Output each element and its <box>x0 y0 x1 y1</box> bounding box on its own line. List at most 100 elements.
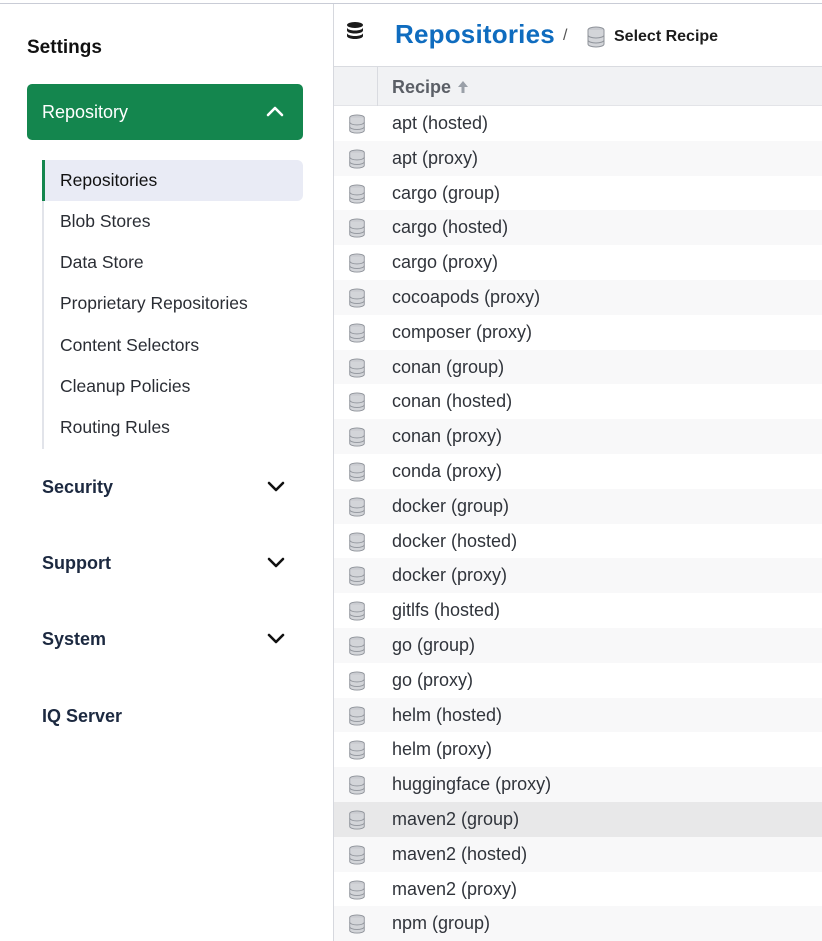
table-row[interactable]: docker (group) <box>334 488 822 524</box>
subnav-item-cleanup-policies[interactable]: Cleanup Policies <box>44 366 305 407</box>
subnav-item-data-store[interactable]: Data Store <box>44 242 305 283</box>
recipe-name: cargo (group) <box>392 182 501 203</box>
table-row[interactable]: gitlfs (hosted) <box>334 593 822 628</box>
subnav-item-label: Routing Rules <box>60 417 170 437</box>
table-row[interactable]: npm (group) <box>334 906 822 941</box>
subnav-item-blob-stores[interactable]: Blob Stores <box>44 201 305 242</box>
table-row[interactable]: huggingface (proxy) <box>334 767 822 802</box>
subnav-item-label: Repositories <box>60 170 158 190</box>
database-icon <box>587 26 605 48</box>
chevron-down-icon <box>267 633 285 644</box>
database-icon <box>349 114 365 134</box>
subnav-item-label: Content Selectors <box>60 335 200 355</box>
table-row[interactable]: cocoapods (proxy) <box>334 279 822 315</box>
table-row[interactable]: cargo (hosted) <box>334 210 822 246</box>
recipe-name: conan (group) <box>392 356 505 377</box>
database-icon <box>349 636 365 656</box>
recipe-name: apt (hosted) <box>392 113 489 133</box>
repository-section-toggle[interactable]: Repository <box>27 84 303 140</box>
table-row[interactable]: apt (hosted) <box>334 106 822 141</box>
recipe-name: maven2 (group) <box>392 808 520 829</box>
table-row[interactable]: conan (proxy) <box>334 419 822 454</box>
database-icon <box>349 149 365 169</box>
table-row[interactable]: maven2 (group) <box>334 801 822 837</box>
subnav-item-repositories[interactable]: Repositories <box>42 160 303 201</box>
table-row[interactable]: conda (proxy) <box>334 454 822 489</box>
database-icon <box>349 671 365 691</box>
table-row[interactable]: docker (proxy) <box>334 558 822 594</box>
table-row[interactable]: conan (group) <box>334 349 822 385</box>
recipe-name: gitlfs (hosted) <box>392 600 501 621</box>
recipe-name: maven2 (hosted) <box>392 843 528 864</box>
table-row[interactable]: helm (hosted) <box>334 697 822 733</box>
database-icon <box>349 218 365 238</box>
table-row[interactable]: go (group) <box>334 627 822 663</box>
recipe-name: conda (proxy) <box>392 460 503 481</box>
table-header: Recipe <box>334 66 822 106</box>
recipe-name: helm (proxy) <box>392 739 493 760</box>
database-icon <box>349 706 365 726</box>
recipe-name: npm (group) <box>392 913 491 934</box>
table-row[interactable]: conan (hosted) <box>334 384 822 419</box>
page-header: Repositories / Select Recipe <box>334 4 822 66</box>
recipe-name: go (group) <box>392 634 476 655</box>
table-row[interactable]: cargo (proxy) <box>334 245 822 280</box>
subnav-item-content-selectors[interactable]: Content Selectors <box>44 325 305 366</box>
table-row[interactable]: composer (proxy) <box>334 315 822 350</box>
arrow-up-icon[interactable] <box>457 80 469 94</box>
database-icon <box>349 810 365 830</box>
breadcrumb-repositories[interactable]: Repositories <box>395 19 555 50</box>
sidebar-section-support[interactable]: Support <box>42 548 292 578</box>
sidebar-section-system[interactable]: System <box>42 624 292 654</box>
subnav-item-label: Cleanup Policies <box>60 376 191 396</box>
database-icon <box>349 601 365 621</box>
column-header-recipe[interactable]: Recipe <box>392 77 451 98</box>
database-icon <box>349 392 365 412</box>
subnav-item-label: Proprietary Repositories <box>60 293 248 313</box>
database-icon <box>349 427 365 447</box>
table-header-icon-column <box>334 67 378 106</box>
sidebar-section-security[interactable]: Security <box>42 472 292 502</box>
database-icon <box>349 845 365 865</box>
recipe-name: composer (proxy) <box>392 321 533 342</box>
recipe-name: docker (group) <box>392 495 510 516</box>
table-row[interactable]: apt (proxy) <box>334 140 822 176</box>
section-label: Support <box>42 552 111 573</box>
database-icon <box>349 462 365 482</box>
database-icon <box>349 184 365 204</box>
recipe-name: conan (proxy) <box>392 426 503 447</box>
recipe-name: huggingface (proxy) <box>392 774 552 795</box>
recipe-table: Recipe apt (hosted) apt (proxy) cargo (gro… <box>334 66 822 941</box>
repository-subnav: Repositories Blob Stores Data Store Prop… <box>42 160 303 449</box>
chevron-down-icon <box>267 481 285 492</box>
sidebar-section-iq-server[interactable]: IQ Server <box>42 701 292 731</box>
recipe-name: apt (proxy) <box>392 147 479 168</box>
database-icon <box>349 566 365 586</box>
section-label: Security <box>42 476 114 497</box>
subnav-item-routing-rules[interactable]: Routing Rules <box>44 407 305 448</box>
table-row[interactable]: maven2 (proxy) <box>334 872 822 907</box>
table-row[interactable]: docker (hosted) <box>334 524 822 559</box>
main-content: Repositories / Select Recipe Recipe apt … <box>334 4 822 941</box>
table-row[interactable]: maven2 (hosted) <box>334 836 822 872</box>
database-icon <box>349 323 365 343</box>
sidebar-title: Settings <box>27 37 102 58</box>
database-icon <box>349 358 365 378</box>
section-label: IQ Server <box>42 705 123 726</box>
database-icon <box>349 914 365 934</box>
database-icon <box>349 775 365 795</box>
recipe-name: cargo (proxy) <box>392 252 499 273</box>
table-row[interactable]: helm (proxy) <box>334 732 822 767</box>
table-row[interactable]: go (proxy) <box>334 663 822 698</box>
database-icon <box>349 253 365 273</box>
database-icon <box>349 532 365 552</box>
database-icon <box>349 740 365 760</box>
settings-sidebar: Settings Repository Repositories Blob St… <box>0 4 333 941</box>
table-row[interactable]: cargo (group) <box>334 176 822 211</box>
recipe-name: docker (hosted) <box>392 530 518 551</box>
recipe-name: helm (hosted) <box>392 704 503 725</box>
chevron-down-icon <box>267 557 285 568</box>
subnav-item-label: Blob Stores <box>60 211 151 231</box>
database-icon <box>349 288 365 308</box>
subnav-item-proprietary-repositories[interactable]: Proprietary Repositories <box>44 283 305 324</box>
